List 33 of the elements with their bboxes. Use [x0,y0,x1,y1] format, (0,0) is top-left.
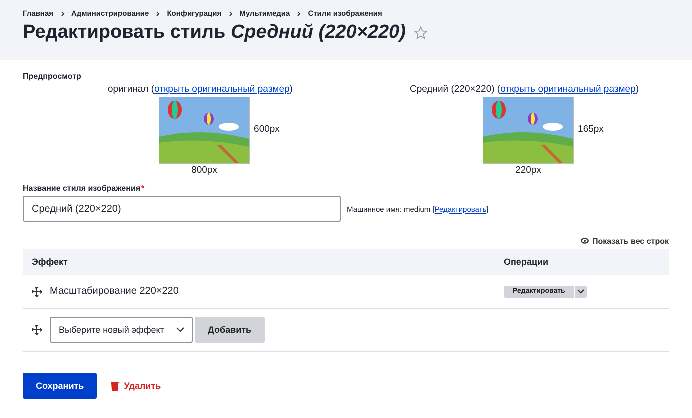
preview-label: Предпросмотр [23,72,82,81]
star-icon[interactable] [414,26,428,40]
height-dimension-label: 600px [254,124,280,135]
height-dimension-label: 165px [578,124,604,135]
width-dimension-label: 220px [516,165,542,176]
dropdown-toggle-button[interactable] [575,286,588,298]
new-effect-select[interactable]: Выберите новый эффект [50,317,193,343]
preview-caption: Средний (220×220) (открыть оригинальный размер) [410,84,640,95]
original-size-link[interactable]: открыть оригинальный размер [154,84,290,95]
breadcrumb-separator-icon [156,10,160,16]
required-mark: * [142,184,145,193]
trash-icon [111,381,120,391]
breadcrumb-separator-icon [228,10,233,16]
preview-caption: оригинал (открыть оригинальный размер) [108,84,293,95]
chevron-down-icon [577,289,586,294]
width-dimension-label: 800px [192,165,218,176]
column-header: Операции [504,257,550,267]
save-button[interactable]: Сохранить [23,373,98,399]
delete-link[interactable]: Удалить [111,381,162,391]
style-name-input[interactable]: Средний (220×220) [23,196,341,222]
chevron-down-icon [176,327,185,333]
original-size-link[interactable]: открыть оригинальный размер [500,84,636,95]
breadcrumb-separator-icon [297,10,302,16]
breadcrumb-separator-icon [60,10,65,16]
drag-handle-icon[interactable] [32,325,42,335]
drag-handle-icon[interactable] [32,286,42,296]
show-row-weights-link[interactable]: Показать вес строк [581,235,669,247]
table-cell: Масштабирование 220×220 [50,286,179,297]
column-header: Эффект [31,257,69,267]
add-button[interactable]: Добавить [195,317,265,343]
page-title: Редактировать стиль Средний (220×220) [23,21,406,45]
field-label: Название стиля изображения [23,184,141,193]
eye-icon [581,238,590,244]
